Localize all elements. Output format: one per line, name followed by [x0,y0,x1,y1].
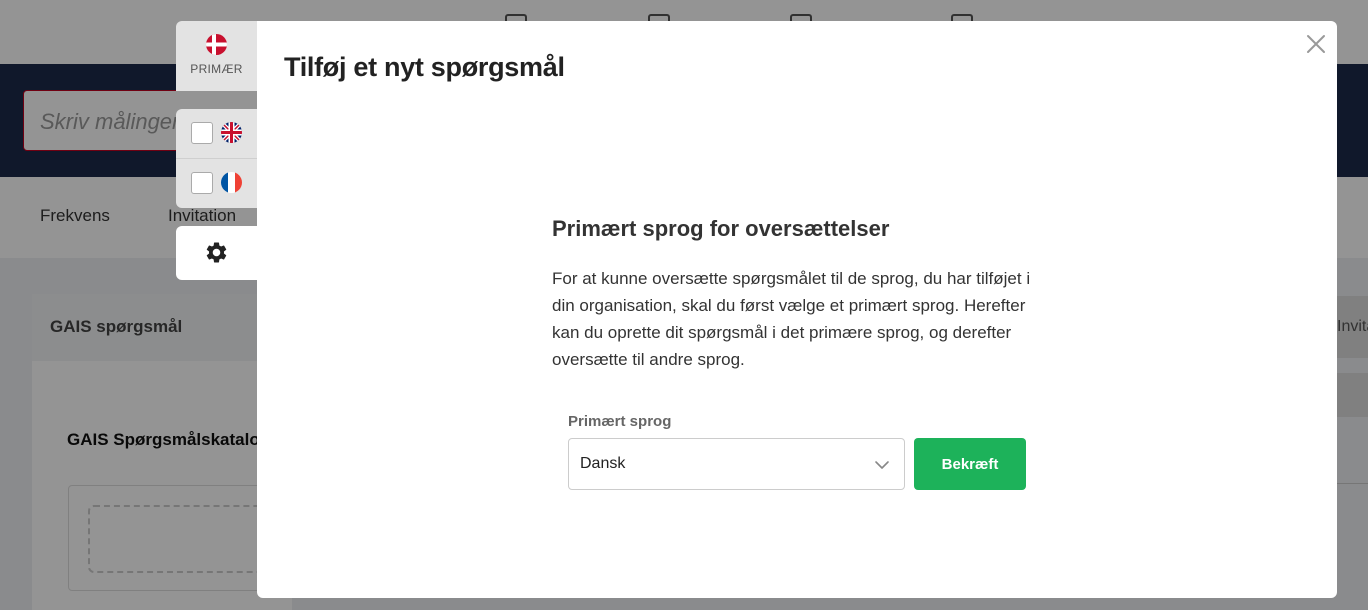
section-title: Primært sprog for oversættelser [552,216,890,241]
chevron-down-icon [875,461,889,469]
primary-language-tab[interactable]: PRIMÆR [176,21,257,91]
uk-flag-icon [221,122,242,143]
french-flag-icon [221,172,242,193]
language-list [176,109,257,208]
confirm-button[interactable]: Bekræft [914,438,1026,490]
add-question-modal: Tilføj et nyt spørgsmål Primært sprog fo… [257,21,1337,598]
settings-tab[interactable] [176,226,257,280]
english-checkbox[interactable] [191,122,213,144]
select-value: Dansk [580,455,626,472]
modal-title: Tilføj et nyt spørgsmål [284,52,565,82]
language-row-english[interactable] [176,109,257,158]
close-icon[interactable] [1304,32,1328,56]
french-checkbox[interactable] [191,172,213,194]
primary-language-select[interactable]: Dansk [568,438,905,490]
primary-label: PRIMÆR [190,62,243,76]
danish-flag-icon [206,34,227,55]
primary-language-label: Primært sprog [568,413,672,430]
section-description: For at kunne oversætte spørgsmålet til d… [552,269,1031,369]
language-row-french[interactable] [176,158,257,207]
gear-icon [206,242,227,263]
